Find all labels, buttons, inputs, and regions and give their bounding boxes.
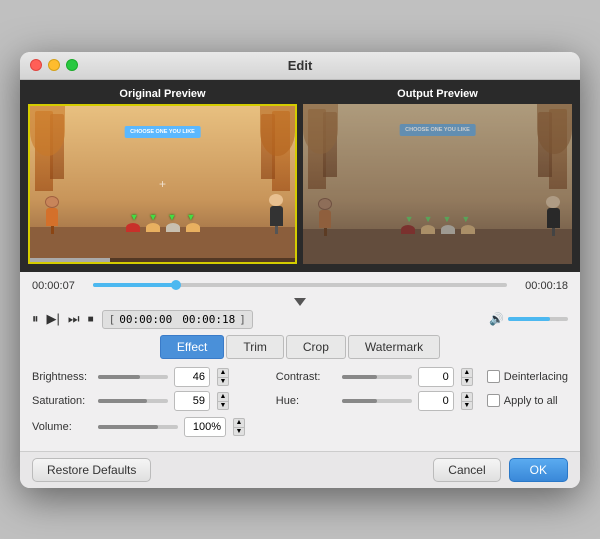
hue-up[interactable]: ▲ (461, 392, 473, 401)
volume-area: 🔊 (489, 312, 568, 326)
contrast-down[interactable]: ▼ (461, 377, 473, 386)
transport-row: ⏸ ▶| ⏭ ■ [ 00:00:00 00:00:18 ] 🔊 (32, 310, 568, 329)
tabs-row: Effect Trim Crop Watermark (32, 335, 568, 359)
original-preview-panel: Original Preview CHOOSE ONE YOU LIKE (28, 88, 297, 264)
bracket-right: ] (239, 313, 246, 326)
contrast-label: Contrast: (276, 371, 336, 383)
window-title: Edit (288, 58, 313, 73)
ok-button[interactable]: OK (509, 458, 568, 482)
deinterlacing-label: Deinterlacing (504, 371, 568, 383)
hue-row: Hue: 0 ▲ ▼ Apply to all (276, 391, 568, 411)
tab-trim[interactable]: Trim (226, 335, 284, 359)
volume-up[interactable]: ▲ (233, 418, 245, 427)
timecode-area: [ 00:00:00 00:00:18 ] (102, 310, 253, 329)
tab-effect[interactable]: Effect (160, 335, 224, 359)
pause-button[interactable]: ⏸ (32, 311, 39, 327)
brightness-row: Brightness: 46 ▲ ▼ (32, 367, 264, 387)
preview-area: Original Preview CHOOSE ONE YOU LIKE (20, 80, 580, 272)
timeline-track[interactable] (93, 281, 507, 291)
contrast-row: Contrast: 0 ▲ ▼ Deinterlacing (276, 367, 568, 387)
edit-window: Edit Original Preview CHOOSE ONE YOU (20, 52, 580, 488)
bottom-bar: Restore Defaults Cancel OK (20, 451, 580, 488)
timeline-row: 00:00:07 00:00:18 (32, 280, 568, 292)
volume-label: Volume: (32, 421, 92, 433)
brightness-up[interactable]: ▲ (217, 368, 229, 377)
maximize-button[interactable] (66, 59, 78, 71)
brightness-label: Brightness: (32, 371, 92, 383)
volume-slider[interactable] (508, 317, 568, 321)
timeline-end-time: 00:00:18 (513, 280, 568, 292)
output-preview-frame: CHOOSE ONE YOU LIKE (303, 104, 572, 264)
hue-slider[interactable] (342, 399, 412, 403)
minimize-button[interactable] (48, 59, 60, 71)
saturation-up[interactable]: ▲ (217, 392, 229, 401)
volume-down[interactable]: ▼ (233, 427, 245, 436)
volume-value[interactable]: 100% (184, 417, 226, 437)
original-scene: CHOOSE ONE YOU LIKE (30, 106, 295, 262)
saturation-down[interactable]: ▼ (217, 401, 229, 410)
timecode-out[interactable]: 00:00:18 (182, 313, 235, 326)
deinterlacing-row: Deinterlacing (487, 370, 568, 383)
cancel-button[interactable]: Cancel (433, 458, 500, 482)
volume-stepper[interactable]: ▲ ▼ (233, 418, 245, 436)
contrast-value[interactable]: 0 (418, 367, 454, 387)
brightness-slider[interactable] (98, 375, 168, 379)
contrast-up[interactable]: ▲ (461, 368, 473, 377)
output-preview-label: Output Preview (303, 88, 572, 100)
timecode-in[interactable]: 00:00:00 (119, 313, 172, 326)
original-preview-label: Original Preview (28, 88, 297, 100)
hue-label: Hue: (276, 395, 336, 407)
timeline-start-time: 00:00:07 (32, 280, 87, 292)
output-banner: CHOOSE ONE YOU LIKE (399, 124, 476, 136)
saturation-value[interactable]: 59 (174, 391, 210, 411)
brightness-value[interactable]: 46 (174, 367, 210, 387)
saturation-label: Saturation: (32, 395, 92, 407)
contrast-stepper[interactable]: ▲ ▼ (461, 368, 473, 386)
original-ground (30, 227, 295, 262)
contrast-slider[interactable] (342, 375, 412, 379)
saturation-stepper[interactable]: ▲ ▼ (217, 392, 229, 410)
seek-marker (294, 298, 306, 306)
titlebar: Edit (20, 52, 580, 80)
stop-button[interactable]: ■ (88, 314, 94, 325)
original-banner: CHOOSE ONE YOU LIKE (124, 126, 201, 138)
hue-value[interactable]: 0 (418, 391, 454, 411)
output-preview-panel: Output Preview CHOOSE ONE YOU LIKE (303, 88, 572, 264)
original-preview-frame: CHOOSE ONE YOU LIKE (28, 104, 297, 264)
apply-all-label: Apply to all (504, 395, 558, 407)
brightness-stepper[interactable]: ▲ ▼ (217, 368, 229, 386)
brightness-down[interactable]: ▼ (217, 377, 229, 386)
play-button[interactable]: ▶| (47, 311, 60, 327)
volume-row: Volume: 100% ▲ ▼ (32, 417, 568, 437)
restore-defaults-button[interactable]: Restore Defaults (32, 458, 151, 482)
right-buttons: Cancel OK (433, 458, 568, 482)
tab-watermark[interactable]: Watermark (348, 335, 440, 359)
hue-down[interactable]: ▼ (461, 401, 473, 410)
output-ground (303, 229, 572, 264)
tab-crop[interactable]: Crop (286, 335, 346, 359)
close-button[interactable] (30, 59, 42, 71)
output-scene: CHOOSE ONE YOU LIKE (303, 104, 572, 264)
saturation-row: Saturation: 59 ▲ ▼ (32, 391, 264, 411)
apply-all-checkbox[interactable] (487, 394, 500, 407)
apply-all-row: Apply to all (487, 394, 558, 407)
params-grid: Brightness: 46 ▲ ▼ Contrast: 0 ▲ (32, 367, 568, 411)
controls-area: 00:00:07 00:00:18 ⏸ ▶| ⏭ ■ [ 00:00:00 00… (20, 272, 580, 451)
hue-stepper[interactable]: ▲ ▼ (461, 392, 473, 410)
deinterlacing-checkbox[interactable] (487, 370, 500, 383)
traffic-lights (30, 59, 78, 71)
bracket-left: [ (109, 313, 116, 326)
volume-icon: 🔊 (489, 312, 504, 326)
volume-ctrl-slider[interactable] (98, 425, 178, 429)
saturation-slider[interactable] (98, 399, 168, 403)
next-frame-button[interactable]: ⏭ (68, 311, 80, 327)
